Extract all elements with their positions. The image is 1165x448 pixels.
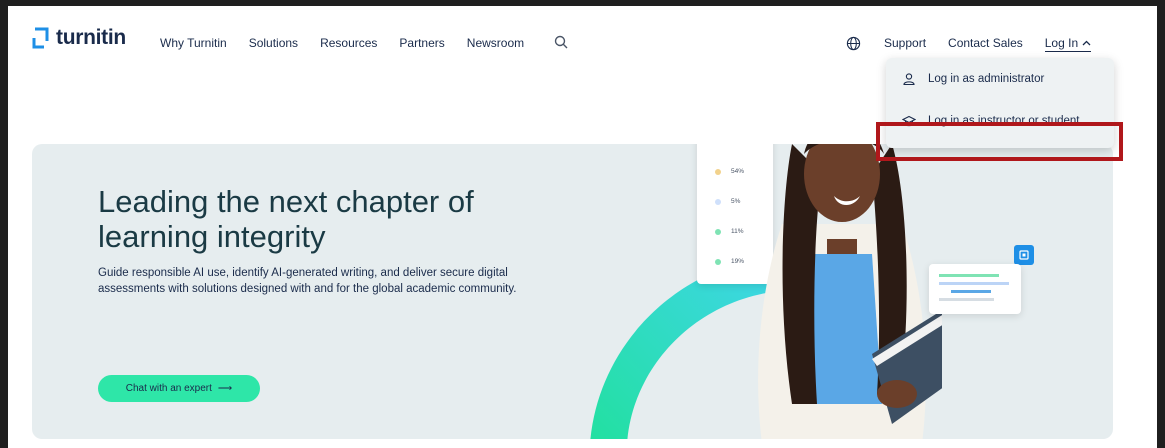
chip-glyph xyxy=(1019,250,1029,260)
login-menu-button[interactable]: Log In xyxy=(1044,36,1092,52)
utility-nav: Support Contact Sales Log In xyxy=(884,36,1092,52)
login-administrator-option[interactable]: Log in as administrator xyxy=(902,72,1044,86)
chevron-up-icon xyxy=(1082,40,1091,46)
hero-subtitle: Guide responsible AI use, identify AI-ge… xyxy=(98,267,517,295)
highlight-box xyxy=(876,122,1123,161)
stat-dot xyxy=(715,258,721,265)
globe-icon[interactable] xyxy=(846,36,861,51)
nav-support[interactable]: Support xyxy=(884,36,926,52)
chat-with-expert-button[interactable]: Chat with an expert ⟶ xyxy=(98,375,260,402)
user-icon xyxy=(903,73,915,86)
nav-partners[interactable]: Partners xyxy=(399,36,444,50)
nav-solutions[interactable]: Solutions xyxy=(249,36,298,50)
search-icon[interactable] xyxy=(554,35,568,49)
ai-chip-icon xyxy=(1014,245,1034,265)
logo-text: turnitin xyxy=(56,26,126,49)
widget-lines xyxy=(939,274,1009,301)
stat-dot xyxy=(715,168,721,175)
nav-resources[interactable]: Resources xyxy=(320,36,377,50)
cta-label: Chat with an expert xyxy=(125,383,212,394)
hero-section: Leading the next chapter of learning int… xyxy=(32,144,1113,439)
turnitin-logo[interactable]: turnitin xyxy=(32,26,126,50)
hero-title: Leading the next chapter of learning int… xyxy=(98,184,474,254)
browser-viewport: turnitin Why Turnitin Solutions Resource… xyxy=(8,6,1157,448)
stat-dot xyxy=(715,228,721,235)
main-nav: Why Turnitin Solutions Resources Partner… xyxy=(160,36,524,50)
nav-contact-sales[interactable]: Contact Sales xyxy=(948,36,1023,52)
arrow-right-icon: ⟶ xyxy=(217,383,233,394)
stat-dot xyxy=(715,198,721,205)
student-photo xyxy=(758,144,942,439)
turnitin-logo-icon xyxy=(32,27,49,49)
nav-why-turnitin[interactable]: Why Turnitin xyxy=(160,36,227,50)
login-label: Log In xyxy=(1044,36,1079,50)
nav-newsroom[interactable]: Newsroom xyxy=(467,36,524,50)
highlight-widget xyxy=(929,264,1021,314)
login-administrator-label: Log in as administrator xyxy=(928,73,1045,85)
